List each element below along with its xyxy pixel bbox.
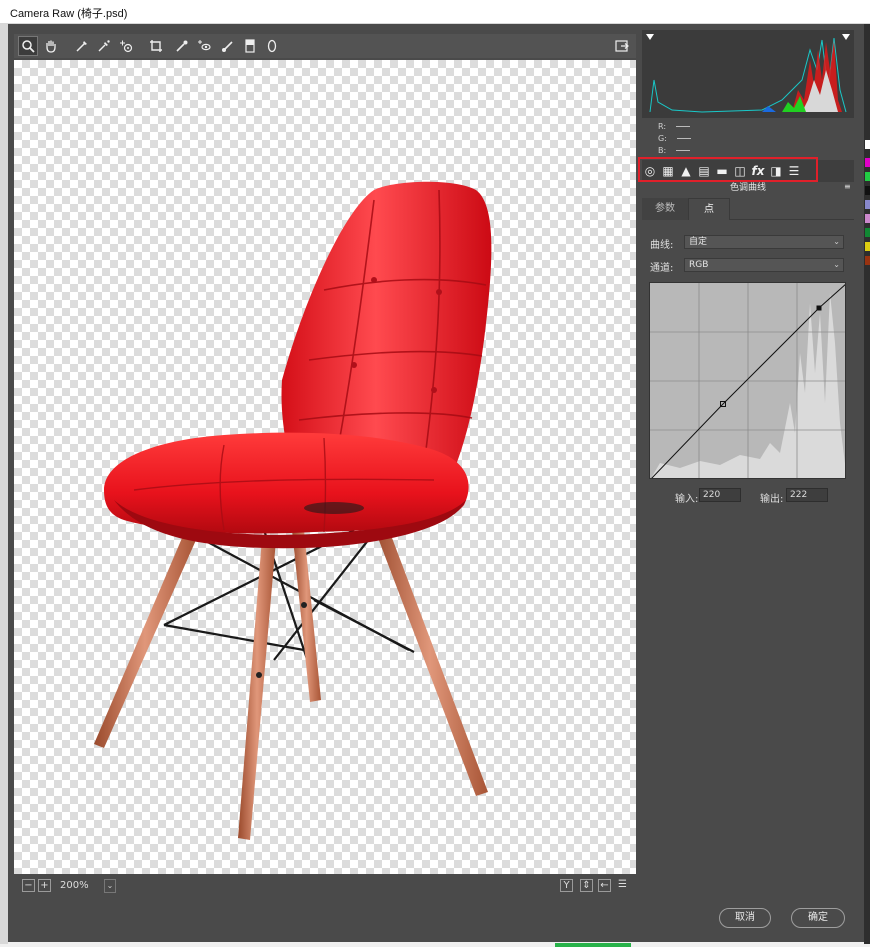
highlight-clipping-icon — [842, 34, 850, 40]
b-readout: B: — [658, 146, 691, 155]
output-field[interactable]: 222 — [786, 488, 828, 502]
input-field[interactable]: 220 — [699, 488, 741, 502]
output-label: 输出: — [760, 494, 784, 505]
tool-bar — [14, 34, 636, 58]
panel-menu-icon[interactable]: ≡ — [844, 182, 853, 191]
spot-removal-icon[interactable] — [172, 36, 192, 56]
tab-parametric[interactable]: 参数 — [642, 198, 688, 220]
swap-settings-icon[interactable]: ⇕ — [580, 879, 593, 892]
copy-settings-icon[interactable]: ← — [598, 879, 611, 892]
targeted-adjustment-icon[interactable] — [116, 36, 136, 56]
swatch — [865, 256, 870, 265]
r-readout: R: — [658, 122, 691, 131]
white-balance-icon[interactable] — [72, 36, 92, 56]
before-after-toggle[interactable]: Y — [560, 879, 573, 892]
swatch — [865, 140, 870, 149]
curve-point-selected — [816, 305, 822, 311]
zoom-dropdown-arrow[interactable]: ⌄ — [104, 879, 116, 893]
ok-button[interactable]: 确定 — [791, 908, 845, 928]
tab-point[interactable]: 点 — [688, 198, 730, 220]
highlight-annotation-box — [638, 157, 818, 182]
background-app-edge — [0, 24, 8, 944]
swatch — [865, 228, 870, 237]
zoom-in-button[interactable]: + — [38, 879, 51, 892]
shadow-clipping-icon — [646, 34, 654, 40]
rgb-readout: R: G: B: — [642, 120, 854, 156]
cancel-button[interactable]: 取消 — [719, 908, 771, 928]
red-eye-icon[interactable] — [194, 36, 214, 56]
crop-icon[interactable] — [146, 36, 166, 56]
chair-image — [94, 181, 492, 840]
window-title: Camera Raw (椅子.psd) — [10, 8, 128, 20]
preview-preferences-icon[interactable]: ☰ — [616, 879, 629, 892]
swatch — [865, 214, 870, 223]
zoom-out-button[interactable]: − — [22, 879, 35, 892]
camera-raw-window: Camera Raw (椅子.psd) − + 200% ⌄ Y ⇕ ← ☰ R… — [0, 0, 870, 947]
swatch — [865, 200, 870, 209]
curve-preset-select[interactable]: 自定 ⌄ — [684, 235, 844, 249]
image-preview-canvas[interactable] — [14, 60, 636, 874]
channel-label: 通道: — [650, 263, 674, 274]
histogram — [642, 30, 854, 118]
tone-curve-graph[interactable] — [649, 282, 846, 479]
radial-filter-icon[interactable] — [262, 36, 282, 56]
color-sampler-icon[interactable] — [94, 36, 114, 56]
export-icon[interactable] — [612, 36, 632, 56]
input-label: 输入: — [675, 494, 699, 505]
zoom-tool-icon[interactable] — [18, 36, 38, 56]
swatch — [865, 172, 870, 181]
status-bar: − + 200% ⌄ Y ⇕ ← ☰ — [14, 876, 636, 896]
hand-tool-icon[interactable] — [41, 36, 61, 56]
adjustment-brush-icon[interactable] — [218, 36, 238, 56]
taskbar-indicator — [555, 943, 631, 947]
g-readout: G: — [658, 134, 691, 143]
curve-subtabs: 参数 点 — [642, 198, 854, 220]
curve-label: 曲线: — [650, 240, 674, 251]
swatch — [865, 242, 870, 251]
swatch — [865, 158, 870, 167]
swatch — [865, 186, 870, 195]
panel-title: 色调曲线 — [729, 183, 766, 193]
graduated-filter-icon[interactable] — [240, 36, 260, 56]
channel-select[interactable]: RGB ⌄ — [684, 258, 844, 272]
title-bar: Camera Raw (椅子.psd) — [0, 0, 870, 24]
